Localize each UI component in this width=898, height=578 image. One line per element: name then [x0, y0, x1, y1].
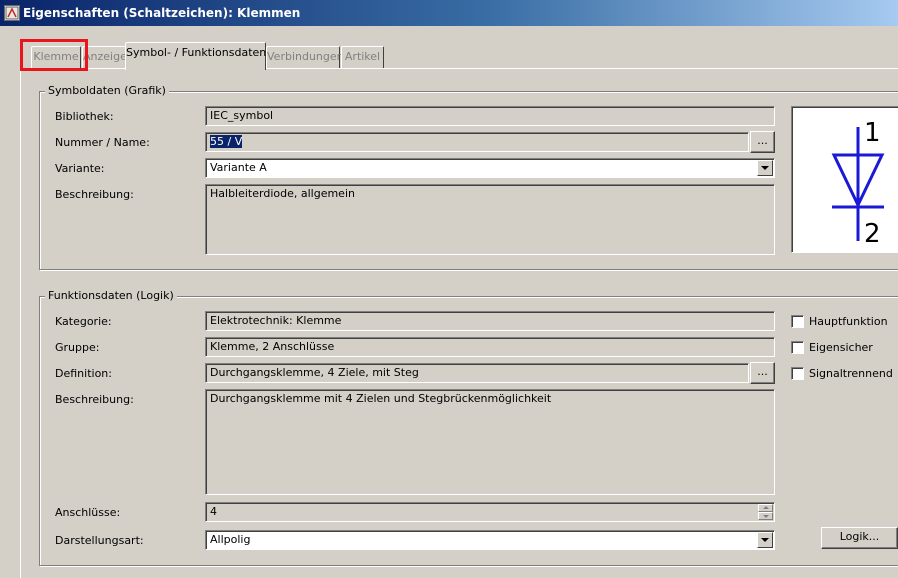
symbol-data-group-title: Symboldaten (Grafik) — [45, 84, 169, 97]
number-name-field[interactable]: 55 / V — [205, 132, 749, 152]
variant-value: Variante A — [210, 161, 267, 174]
display-type-label: Darstellungsart: — [55, 534, 144, 547]
symbol-description-value: Halbleiterdiode, allgemein — [210, 187, 355, 200]
symbol-browse-button[interactable]: ... — [750, 131, 775, 153]
library-field: IEC_symbol — [205, 106, 775, 126]
pin-top-label: 1 — [864, 118, 881, 148]
diode-symbol-icon: 1 2 — [831, 118, 885, 249]
symbol-description-label: Beschreibung: — [55, 188, 134, 201]
spin-up-icon — [758, 504, 773, 512]
display-type-select[interactable]: Allpolig — [205, 530, 775, 550]
display-type-value: Allpolig — [210, 533, 251, 546]
function-description-value: Durchgangsklemme mit 4 Zielen und Stegbr… — [210, 392, 552, 405]
tab-verbindungen[interactable]: Verbindungen — [266, 46, 344, 68]
app-properties-icon — [4, 5, 20, 21]
function-description-field: Durchgangsklemme mit 4 Zielen und Stegbr… — [205, 389, 775, 495]
chevron-down-icon[interactable] — [757, 532, 773, 548]
window-title: Eigenschaften (Schaltzeichen): Klemmen — [23, 6, 301, 20]
variant-select[interactable]: Variante A — [205, 158, 775, 178]
category-value: Elektrotechnik: Klemme — [210, 314, 342, 327]
pin-bottom-label: 2 — [864, 219, 881, 249]
category-field: Elektrotechnik: Klemme — [205, 311, 775, 331]
group-field: Klemme, 2 Anschlüsse — [205, 337, 775, 357]
logic-button[interactable]: Logik... — [821, 527, 898, 549]
library-label: Bibliothek: — [55, 110, 114, 123]
group-value: Klemme, 2 Anschlüsse — [210, 340, 335, 353]
variant-label: Variante: — [55, 162, 105, 175]
tab-artikel[interactable]: Artikel — [341, 46, 384, 68]
connections-label: Anschlüsse: — [55, 506, 121, 519]
connections-spinner: 4 — [205, 502, 775, 522]
library-value: IEC_symbol — [210, 109, 274, 122]
window-title-bar[interactable]: Eigenschaften (Schaltzeichen): Klemmen — [0, 0, 898, 26]
tab-symbol-funktionsdaten[interactable]: Symbol- / Funktionsdaten — [125, 42, 266, 70]
intrinsically-safe-label[interactable]: Eigensicher — [809, 341, 873, 354]
category-label: Kategorie: — [55, 315, 112, 328]
definition-field: Durchgangsklemme, 4 Ziele, mit Steg — [205, 363, 749, 383]
number-name-label: Nummer / Name: — [55, 136, 150, 149]
definition-value: Durchgangsklemme, 4 Ziele, mit Steg — [210, 366, 419, 379]
function-description-label: Beschreibung: — [55, 393, 134, 406]
intrinsically-safe-checkbox[interactable] — [791, 341, 804, 354]
chevron-down-icon[interactable] — [757, 160, 773, 176]
symbol-description-field: Halbleiterdiode, allgemein — [205, 184, 775, 255]
main-function-label[interactable]: Hauptfunktion — [809, 315, 888, 328]
number-name-value: 55 / V — [210, 135, 243, 148]
main-function-checkbox[interactable] — [791, 315, 804, 328]
signal-isolating-label[interactable]: Signaltrennend — [809, 367, 893, 380]
definition-label: Definition: — [55, 367, 112, 380]
connections-value: 4 — [210, 505, 217, 518]
function-data-group-title: Funktionsdaten (Logik) — [45, 289, 177, 302]
definition-browse-button[interactable]: ... — [750, 362, 775, 384]
tab-klemme[interactable]: Klemme — [31, 46, 81, 68]
group-label: Gruppe: — [55, 341, 100, 354]
tab-anzeige[interactable]: Anzeige — [82, 46, 127, 68]
spin-down-icon — [758, 512, 773, 520]
symbol-preview: 1 2 — [791, 106, 898, 253]
signal-isolating-checkbox[interactable] — [791, 367, 804, 380]
